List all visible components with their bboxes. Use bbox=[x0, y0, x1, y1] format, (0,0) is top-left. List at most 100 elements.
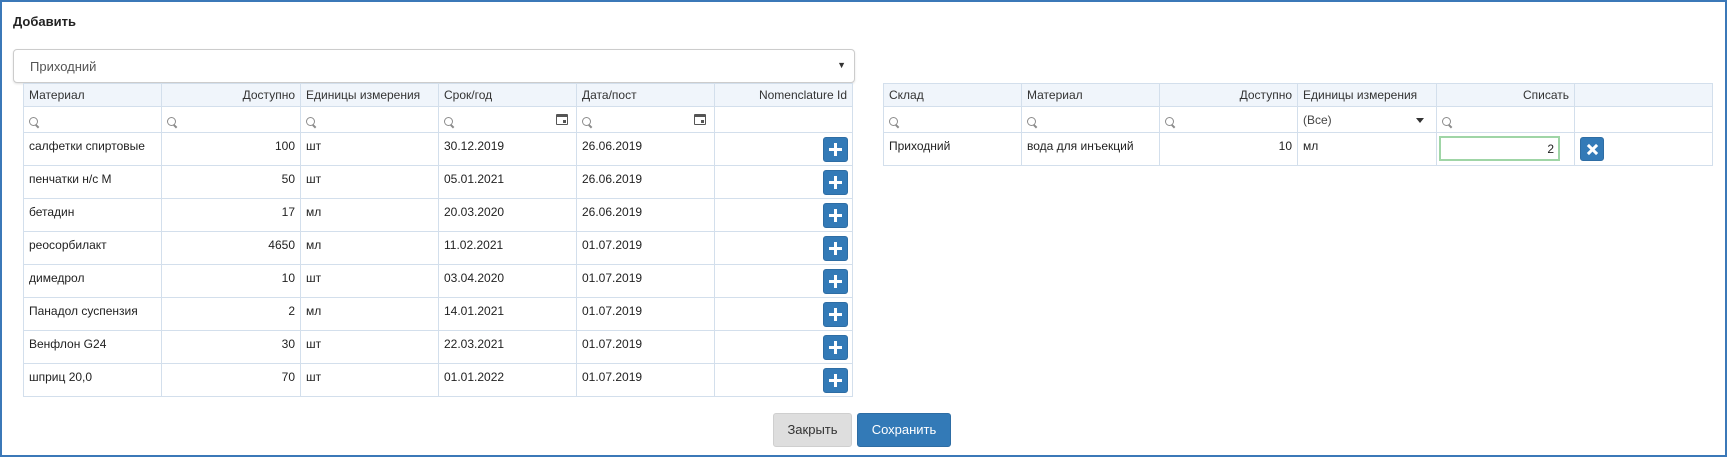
table-row[interactable]: бетадин 17 мл 20.03.2020 26.06.2019 bbox=[23, 198, 853, 232]
cell-date: 01.07.2019 bbox=[576, 297, 715, 331]
col-header-material[interactable]: Материал bbox=[23, 83, 162, 107]
col-header-date[interactable]: Дата/пост bbox=[576, 83, 715, 107]
col-header-available[interactable]: Доступно bbox=[161, 83, 301, 107]
add-plus-icon[interactable] bbox=[823, 368, 848, 393]
search-icon bbox=[306, 116, 316, 127]
col-header-nomenclature-id[interactable]: Nomenclature Id bbox=[714, 83, 853, 107]
write-off-quantity-input[interactable]: 2 bbox=[1439, 136, 1560, 161]
filter-material[interactable] bbox=[23, 106, 162, 133]
cell-material: пенчатки н/с М bbox=[23, 165, 162, 199]
cell-available: 50 bbox=[161, 165, 301, 199]
table-row[interactable]: Панадол суспензия 2 мл 14.01.2021 01.07.2019 bbox=[23, 297, 853, 331]
search-icon bbox=[1442, 116, 1452, 127]
cell-action bbox=[714, 264, 853, 298]
table-row[interactable]: димедрол 10 шт 03.04.2020 01.07.2019 bbox=[23, 264, 853, 298]
search-icon bbox=[582, 116, 592, 127]
dialog-title: Добавить bbox=[13, 14, 76, 29]
col-header-available[interactable]: Доступно bbox=[1159, 83, 1298, 107]
cell-write-off: 2 bbox=[1436, 132, 1575, 166]
add-plus-icon[interactable] bbox=[823, 236, 848, 261]
col-header-write-off[interactable]: Списать bbox=[1436, 83, 1575, 107]
cell-units: мл bbox=[300, 231, 439, 265]
col-header-warehouse[interactable]: Склад bbox=[883, 83, 1022, 107]
cell-material: Венфлон G24 bbox=[23, 330, 162, 364]
cell-available: 4650 bbox=[161, 231, 301, 265]
cell-material: Панадол суспензия bbox=[23, 297, 162, 331]
remove-x-icon[interactable] bbox=[1580, 137, 1604, 161]
col-header-material[interactable]: Материал bbox=[1021, 83, 1160, 107]
cell-available: 30 bbox=[161, 330, 301, 364]
filter-warehouse[interactable] bbox=[883, 106, 1022, 133]
cell-material: бетадин bbox=[23, 198, 162, 232]
save-button[interactable]: Сохранить bbox=[857, 413, 951, 447]
cell-expiry: 20.03.2020 bbox=[438, 198, 577, 232]
add-plus-icon[interactable] bbox=[823, 137, 848, 162]
cell-action bbox=[714, 198, 853, 232]
cell-units: шт bbox=[300, 264, 439, 298]
cell-units: мл bbox=[300, 198, 439, 232]
cell-units: мл bbox=[1297, 132, 1437, 166]
table-row[interactable]: салфетки спиртовые 100 шт 30.12.2019 26.06.2… bbox=[23, 132, 853, 166]
table-row[interactable]: Венфлон G24 30 шт 22.03.2021 01.07.2019 bbox=[23, 330, 853, 364]
close-button[interactable]: Закрыть bbox=[773, 413, 852, 447]
filter-expiry[interactable] bbox=[438, 106, 577, 133]
cell-material: шприц 20,0 bbox=[23, 363, 162, 397]
search-icon bbox=[1165, 116, 1175, 127]
cell-expiry: 05.01.2021 bbox=[438, 165, 577, 199]
filter-available[interactable] bbox=[1159, 106, 1298, 133]
cell-action bbox=[714, 363, 853, 397]
add-plus-icon[interactable] bbox=[823, 203, 848, 228]
warehouse-select-value: Приходний bbox=[30, 59, 97, 74]
calendar-icon[interactable] bbox=[556, 114, 568, 125]
cell-material: димедрол bbox=[23, 264, 162, 298]
filter-date[interactable] bbox=[576, 106, 715, 133]
filter-units[interactable] bbox=[300, 106, 439, 133]
warehouse-select[interactable]: Приходний ▼ bbox=[13, 49, 855, 83]
table-row[interactable]: пенчатки н/с М 50 шт 05.01.2021 26.06.2019 bbox=[23, 165, 853, 199]
table-row[interactable]: реосорбилакт 4650 мл 11.02.2021 01.07.2019 bbox=[23, 231, 853, 265]
table-row[interactable]: шприц 20,0 70 шт 01.01.2022 01.07.2019 bbox=[23, 363, 853, 397]
search-icon bbox=[1027, 116, 1037, 127]
search-icon bbox=[444, 116, 454, 127]
cell-available: 70 bbox=[161, 363, 301, 397]
cell-material: реосорбилакт bbox=[23, 231, 162, 265]
col-header-units[interactable]: Единицы измерения bbox=[1297, 83, 1437, 107]
cell-date: 26.06.2019 bbox=[576, 165, 715, 199]
cell-action bbox=[714, 132, 853, 166]
col-header-expiry[interactable]: Срок/год bbox=[438, 83, 577, 107]
filter-material[interactable] bbox=[1021, 106, 1160, 133]
filter-units-value: (Все) bbox=[1303, 112, 1332, 127]
add-plus-icon[interactable] bbox=[823, 335, 848, 360]
filter-available[interactable] bbox=[161, 106, 301, 133]
calendar-icon[interactable] bbox=[694, 114, 706, 125]
add-plus-icon[interactable] bbox=[823, 269, 848, 294]
filter-write-off[interactable] bbox=[1436, 106, 1575, 133]
cell-units: шт bbox=[300, 165, 439, 199]
add-plus-icon[interactable] bbox=[823, 170, 848, 195]
cell-expiry: 03.04.2020 bbox=[438, 264, 577, 298]
filter-units-select[interactable]: (Все) bbox=[1297, 106, 1437, 133]
cell-units: шт bbox=[300, 330, 439, 364]
cell-date: 01.07.2019 bbox=[576, 363, 715, 397]
cell-available: 17 bbox=[161, 198, 301, 232]
dropdown-arrow-icon: ▼ bbox=[837, 60, 846, 70]
caret-down-icon bbox=[1416, 118, 1424, 123]
cell-date: 01.07.2019 bbox=[576, 231, 715, 265]
filter-nomenclature-id bbox=[714, 106, 853, 133]
search-icon bbox=[889, 116, 899, 127]
cell-units: мл bbox=[300, 297, 439, 331]
materials-grid: Материал Доступно Единицы измерения Срок… bbox=[23, 83, 853, 397]
cell-warehouse: Приходний bbox=[883, 132, 1022, 166]
col-header-actions bbox=[1574, 83, 1713, 107]
col-header-units[interactable]: Единицы измерения bbox=[300, 83, 439, 107]
cell-action bbox=[714, 297, 853, 331]
cell-expiry: 14.01.2021 bbox=[438, 297, 577, 331]
cell-date: 26.06.2019 bbox=[576, 132, 715, 166]
add-plus-icon[interactable] bbox=[823, 302, 848, 327]
cell-expiry: 01.01.2022 bbox=[438, 363, 577, 397]
cell-date: 01.07.2019 bbox=[576, 330, 715, 364]
cell-units: шт bbox=[300, 363, 439, 397]
table-row[interactable]: Приходний вода для инъекций 10 мл 2 bbox=[883, 132, 1713, 166]
cell-action bbox=[1574, 132, 1713, 166]
filter-actions bbox=[1574, 106, 1713, 133]
